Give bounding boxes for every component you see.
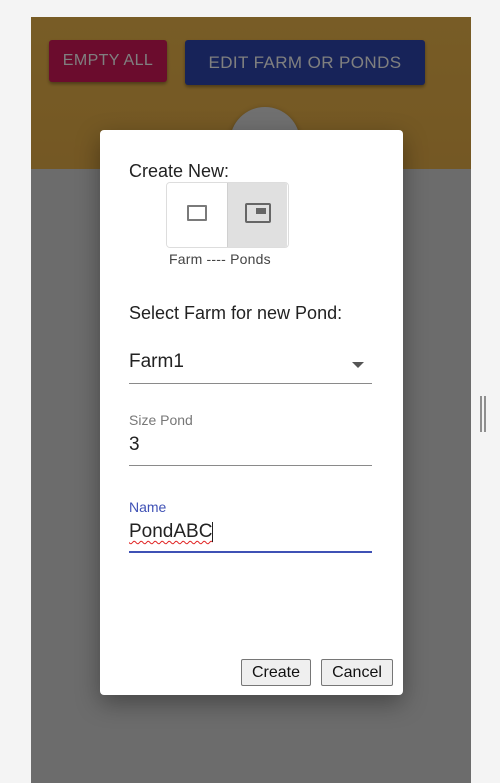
- select-farm-label: Select Farm for new Pond:: [129, 303, 343, 323]
- size-pond-field: Size Pond 3: [129, 412, 372, 466]
- name-field: Name PondABC: [129, 499, 372, 553]
- pond-icon: [245, 203, 271, 223]
- text-caret: [212, 521, 214, 542]
- cancel-button[interactable]: Cancel: [321, 659, 393, 686]
- farm-icon: [187, 205, 207, 221]
- toggle-caption: Farm ---- Ponds: [169, 251, 271, 267]
- size-pond-input[interactable]: 3: [129, 434, 372, 466]
- name-value: PondABC: [129, 521, 213, 542]
- name-label: Name: [129, 499, 167, 515]
- farm-select[interactable]: Farm1: [129, 348, 372, 384]
- create-button[interactable]: Create: [241, 659, 311, 686]
- dropdown-arrow-icon: [352, 362, 364, 368]
- size-pond-label: Size Pond: [129, 412, 193, 428]
- resize-handle[interactable]: [480, 396, 486, 432]
- name-input[interactable]: PondABC: [129, 521, 372, 553]
- farm-select-value: Farm1: [129, 351, 184, 372]
- type-toggle-group: [166, 182, 289, 248]
- size-pond-value: 3: [129, 434, 140, 455]
- farm-toggle-button[interactable]: [167, 183, 227, 247]
- ponds-toggle-button[interactable]: [227, 183, 287, 247]
- create-dialog: Create New: Farm ---- Ponds Select Farm …: [100, 130, 403, 695]
- create-new-label: Create New:: [129, 161, 230, 181]
